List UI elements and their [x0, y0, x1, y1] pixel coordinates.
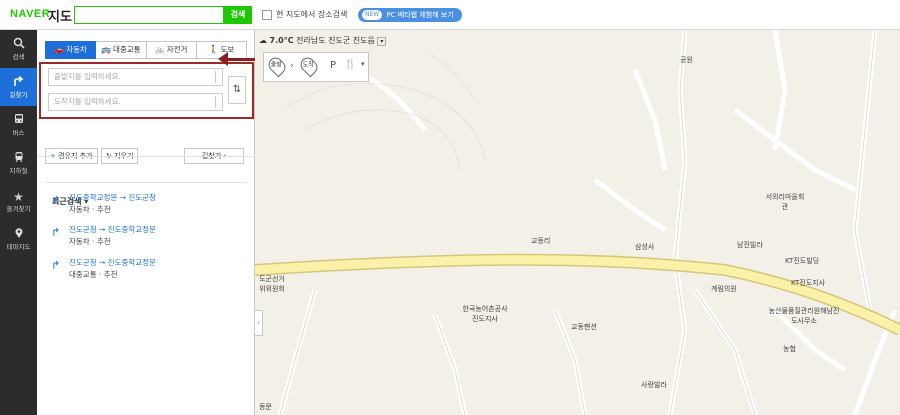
- map-label[interactable]: 교동리: [531, 236, 550, 246]
- map-label[interactable]: 계림의원: [711, 284, 737, 294]
- beta-web-label: PC 베타웹 체험해 보기: [386, 11, 454, 19]
- more-dropdown-icon[interactable]: ▾: [361, 60, 365, 68]
- new-badge: NEW: [362, 10, 383, 20]
- map-canvas[interactable]: ☁ 7.0°C 전라남도 진도군 진도읍 ▾ 출발 › 도착 P 🍴 ▾ ‹ 공…: [255, 30, 900, 415]
- map-label[interactable]: KT진도지사: [791, 278, 825, 288]
- map-label[interactable]: 교동팬션: [571, 322, 597, 332]
- search-input[interactable]: [74, 6, 224, 24]
- collapse-panel-button[interactable]: ‹: [255, 310, 263, 336]
- search-icon: [0, 37, 37, 53]
- weather-location-bar: ☁ 7.0°C 전라남도 진도군 진도읍 ▾: [259, 35, 387, 46]
- transport-tabs: 🚗 자동차 🚌 대중교통 🚲 자전거 🚶 도보: [45, 41, 247, 59]
- map-roads: [255, 30, 900, 415]
- recent-route[interactable]: 진도군청 → 진도중학교정문: [69, 257, 156, 268]
- map-label[interactable]: 서외리마을회관: [765, 192, 805, 212]
- naver-logo[interactable]: NAVER: [10, 8, 50, 20]
- tab-bicycle[interactable]: 🚲 자전거: [146, 41, 197, 59]
- origin-divider: [215, 71, 216, 83]
- directions-panel: 🚗 자동차 🚌 대중교통 🚲 자전거 🚶 도보 출발지를 입력하세요. 도착지를 입력하…: [37, 30, 255, 415]
- recent-route[interactable]: 진도중학교정문 → 진도군청: [69, 192, 156, 203]
- swap-arrows-icon: ⇅: [232, 84, 242, 95]
- map-label[interactable]: 삼성사: [635, 242, 654, 252]
- restaurant-icon[interactable]: 🍴: [344, 59, 356, 70]
- start-pin-label: 출발: [270, 61, 282, 69]
- subway-icon: [0, 151, 37, 167]
- map-label[interactable]: 농협: [783, 344, 796, 354]
- nav-theme-map[interactable]: 테마지도: [0, 220, 37, 258]
- location-dropdown-icon[interactable]: ▾: [377, 37, 387, 46]
- destination-divider: [215, 96, 216, 108]
- beta-web-button[interactable]: NEW PC 베타웹 체험해 보기: [358, 8, 462, 22]
- recent-route[interactable]: 진도군청 → 진도중학교정문: [69, 224, 156, 235]
- map-label[interactable]: KT진도빌딩: [785, 256, 819, 266]
- bus-icon: 🚌: [101, 45, 112, 54]
- nav-favorites-label: 즐겨찾기: [6, 205, 31, 213]
- bus-icon: [0, 113, 37, 129]
- swap-route-button[interactable]: ⇅: [228, 76, 246, 104]
- search-current-map-checkbox[interactable]: [262, 10, 272, 20]
- directions-icon: [0, 75, 37, 91]
- tab-public-transit[interactable]: 🚌 대중교통: [96, 41, 147, 59]
- temperature: 7.0°C: [269, 36, 294, 45]
- nav-bus-label: 버스: [12, 129, 25, 137]
- divider: [37, 156, 255, 157]
- tab-bicycle-label: 자전거: [166, 45, 188, 54]
- route-arrow-icon: ↱: [51, 194, 61, 207]
- end-pin-button[interactable]: 도착: [297, 54, 321, 78]
- destination-input[interactable]: 도착지를 입력하세요.: [48, 93, 223, 111]
- map-label[interactable]: 한국농어촌공사진도지사: [460, 304, 510, 324]
- nav-subway-label: 지하철: [9, 167, 28, 175]
- nav-favorites[interactable]: ★ 즐겨찾기: [0, 182, 37, 220]
- bicycle-icon: 🚲: [154, 45, 165, 54]
- chevron-right-icon: ›: [290, 61, 294, 71]
- weather-icon: ☁: [259, 36, 267, 45]
- route-arrow-icon: ↱: [51, 259, 61, 272]
- search-button[interactable]: 검색: [224, 6, 252, 24]
- parking-icon[interactable]: P: [330, 60, 336, 71]
- nav-bus[interactable]: 버스: [0, 106, 37, 144]
- tab-car[interactable]: 🚗 자동차: [45, 41, 97, 59]
- recent-meta: 자동차 · 추천: [69, 205, 111, 214]
- map-service-title[interactable]: 지도: [48, 6, 72, 25]
- current-location[interactable]: 전라남도 진도군 진도읍: [296, 36, 375, 45]
- nav-search-label: 검색: [12, 53, 25, 61]
- map-label[interactable]: 공원: [680, 55, 693, 65]
- route-arrow-icon: ↱: [51, 226, 61, 239]
- car-icon: 🚗: [54, 45, 65, 54]
- search-current-map-label: 현 지도에서 장소검색: [276, 10, 348, 19]
- nav-directions-label: 길찾기: [9, 91, 28, 99]
- destination-placeholder: 도착지를 입력하세요.: [54, 97, 121, 106]
- tab-transit-label: 대중교통: [113, 45, 141, 54]
- route-pin-toolbar: 출발 › 도착 P 🍴 ▾: [263, 52, 369, 82]
- map-label[interactable]: 도군선거위위원회: [257, 274, 287, 294]
- nav-directions[interactable]: 길찾기: [0, 68, 37, 106]
- route-input-highlight: 출발지를 입력하세요. 도착지를 입력하세요. ⇅: [39, 62, 254, 119]
- start-pin-button[interactable]: 출발: [265, 54, 289, 78]
- nav-search[interactable]: 검색: [0, 30, 37, 68]
- map-pin-icon: [0, 227, 37, 243]
- map-label[interactable]: 남진빌라: [737, 240, 763, 250]
- origin-placeholder: 출발지를 입력하세요.: [54, 72, 121, 81]
- star-icon: ★: [13, 190, 24, 204]
- recent-divider: [45, 182, 247, 183]
- end-pin-label: 도착: [302, 61, 314, 69]
- tab-car-label: 자동차: [66, 45, 87, 54]
- recent-meta: 대중교통 · 추천: [69, 270, 118, 279]
- nav-subway[interactable]: 지하철: [0, 144, 37, 182]
- map-label[interactable]: 사랑빌라: [641, 380, 667, 390]
- origin-input[interactable]: 출발지를 입력하세요.: [48, 68, 223, 86]
- map-label[interactable]: 농산물품질관리원해남진도사무소: [768, 306, 840, 326]
- annotation-arrow-head: [218, 52, 228, 66]
- walk-icon: 🚶: [208, 45, 219, 54]
- recent-meta: 자동차 · 추천: [69, 237, 111, 246]
- map-label[interactable]: 동문: [259, 402, 272, 412]
- top-bar: NAVER 지도 검색 현 지도에서 장소검색 NEW PC 베타웹 체험해 보…: [0, 0, 900, 30]
- left-nav: 검색 길찾기 버스 지하철 ★ 즐겨찾기 테마지도: [0, 30, 37, 415]
- nav-theme-map-label: 테마지도: [6, 243, 31, 251]
